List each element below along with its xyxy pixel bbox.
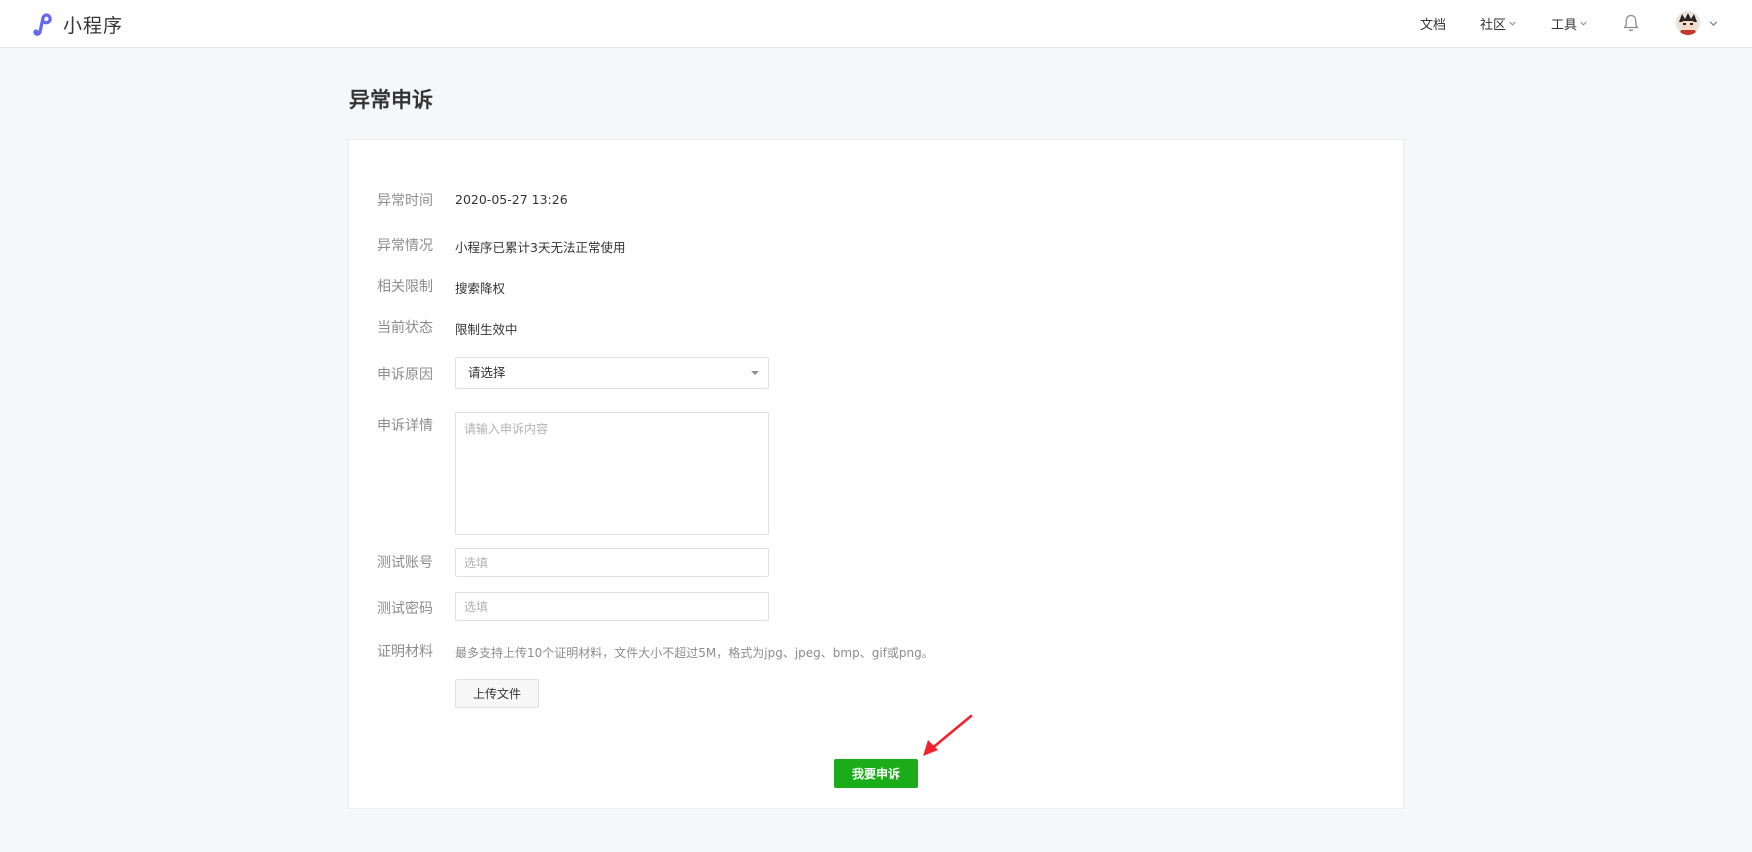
time-value: 2020-05-27 13:26: [455, 192, 568, 207]
avatar[interactable]: [1676, 11, 1700, 35]
page-title: 异常申诉: [349, 88, 433, 112]
upload-file-button[interactable]: 上传文件: [455, 679, 539, 708]
nav-tools-label: 工具: [1551, 18, 1578, 33]
bell-icon[interactable]: [1622, 13, 1640, 33]
nav-docs[interactable]: 文档: [1420, 14, 1446, 33]
status-value: 限制生效中: [455, 322, 518, 337]
reason-label: 申诉原因: [377, 367, 433, 383]
submit-appeal-button[interactable]: 我要申诉: [834, 759, 918, 788]
restriction-value: 搜索降权: [455, 281, 506, 296]
chevron-down-icon: [1509, 21, 1516, 26]
avatar-image: [1676, 11, 1700, 35]
test-password-label: 测试密码: [377, 601, 433, 617]
reason-select[interactable]: 请选择: [455, 357, 769, 389]
time-label: 异常时间: [377, 193, 433, 209]
detail-textarea[interactable]: [455, 412, 769, 535]
proof-label: 证明材料: [377, 644, 433, 660]
detail-label: 申诉详情: [377, 418, 433, 434]
test-password-input[interactable]: [455, 592, 769, 621]
nav-tools[interactable]: 工具: [1551, 14, 1588, 33]
logo-icon: [33, 13, 52, 36]
reason-select-value: 请选择: [468, 365, 506, 380]
top-nav-bar: 小程序 文档 社区 工具: [0, 0, 1752, 48]
annotation-arrow-icon: [923, 714, 973, 756]
status-label: 当前状态: [377, 320, 433, 336]
brand-logo[interactable]: 小程序: [29, 10, 123, 38]
chevron-down-icon[interactable]: [1708, 18, 1719, 29]
situation-value: 小程序已累计3天无法正常使用: [455, 240, 626, 255]
caret-down-icon: [751, 371, 759, 375]
test-account-input[interactable]: [455, 548, 769, 577]
nav-docs-label: 文档: [1420, 18, 1447, 33]
nav-community[interactable]: 社区: [1480, 14, 1517, 33]
proof-hint: 最多支持上传10个证明材料，文件大小不超过5M，格式为jpg、jpeg、bmp、…: [455, 646, 934, 660]
situation-label: 异常情况: [377, 238, 433, 254]
chevron-down-icon: [1580, 21, 1587, 26]
test-account-label: 测试账号: [377, 555, 433, 571]
nav-community-label: 社区: [1480, 18, 1507, 33]
brand-name: 小程序: [63, 14, 124, 37]
restriction-label: 相关限制: [377, 279, 433, 295]
